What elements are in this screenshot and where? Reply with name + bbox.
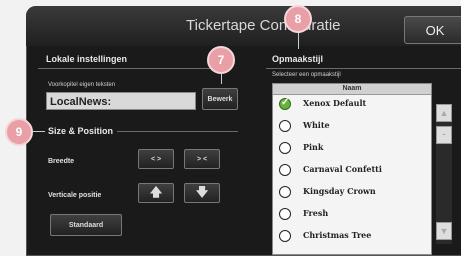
radio-icon[interactable] [279,142,291,154]
arrow-up-icon: 🡅 [149,184,163,199]
local-news-input[interactable]: LocalNews: [46,92,196,110]
callout-line [221,74,222,84]
callout-line [298,33,299,49]
list-item[interactable]: Pink [273,139,431,159]
style-item-label: Christmas Tree [303,230,372,240]
callout-badge-7: 7 [207,46,235,74]
move-down-button[interactable]: 🡇 [184,183,220,203]
list-item[interactable]: White [273,117,431,137]
list-item[interactable]: Carnaval Confetti [273,161,431,181]
style-item-label: Kingsday Crown [303,186,376,196]
scroll-up-button[interactable]: ▲ [436,104,452,122]
radio-icon[interactable] [279,230,291,242]
triangle-up-icon: ▲ [439,108,449,118]
style-item-label: Fresh [303,208,329,218]
radio-icon[interactable] [279,164,291,176]
style-item-label: Carnaval Confetti [303,164,382,174]
triangle-down-icon: ▼ [439,226,449,236]
style-section-title: Opmaakstijl [272,54,324,64]
style-item-label: White [303,120,330,130]
vertical-position-label: Verticale positie [48,192,102,199]
radio-icon[interactable] [279,208,291,220]
size-position-title: Size & Position [44,126,118,136]
dash-icon: - [442,129,446,139]
window-title: Tickertape Configuratie [186,17,341,34]
arrow-down-icon: 🡇 [195,184,209,199]
callout-line [33,131,45,132]
radio-icon[interactable] [279,120,291,132]
callout-badge-9: 9 [5,118,33,146]
list-item[interactable]: Christmas Tree [273,227,431,247]
standard-button[interactable]: Standaard [50,214,122,236]
custom-text-label: Voorkopitel eigen teksten [48,82,116,88]
width-label: Breedte [48,158,75,165]
title-bar: Tickertape Configuratie OK [26,6,461,46]
select-style-label: Selecteer een opmaakstijl [272,72,341,78]
list-scrollbar[interactable]: ▲ - ▼ [436,104,452,244]
style-item-label: Xenox Default [303,98,367,108]
divider [38,68,218,69]
edit-button[interactable]: Bewerk [202,88,238,110]
list-item[interactable]: Kingsday Crown [273,183,431,203]
scroll-down-button[interactable]: ▼ [436,222,452,240]
ok-button[interactable]: OK [404,16,461,44]
widen-button[interactable]: < > [138,149,174,169]
column-header-name: Naam [273,84,431,95]
scroll-thumb[interactable]: - [436,126,452,144]
style-item-label: Pink [303,142,324,152]
narrow-button[interactable]: > < [184,149,220,169]
callout-badge-8: 8 [284,5,312,33]
config-window: Tickertape Configuratie OK Lokale instel… [26,6,461,256]
radio-icon[interactable] [279,186,291,198]
divider [266,68,461,69]
list-item[interactable]: Xenox Default [273,95,431,115]
local-section-title: Lokale instellingen [46,54,128,64]
list-item[interactable]: Fresh [273,205,431,225]
move-up-button[interactable]: 🡅 [138,183,174,203]
style-list: Naam Xenox Default White Pink Carnaval C… [272,83,432,255]
radio-checked-icon[interactable] [279,97,291,110]
